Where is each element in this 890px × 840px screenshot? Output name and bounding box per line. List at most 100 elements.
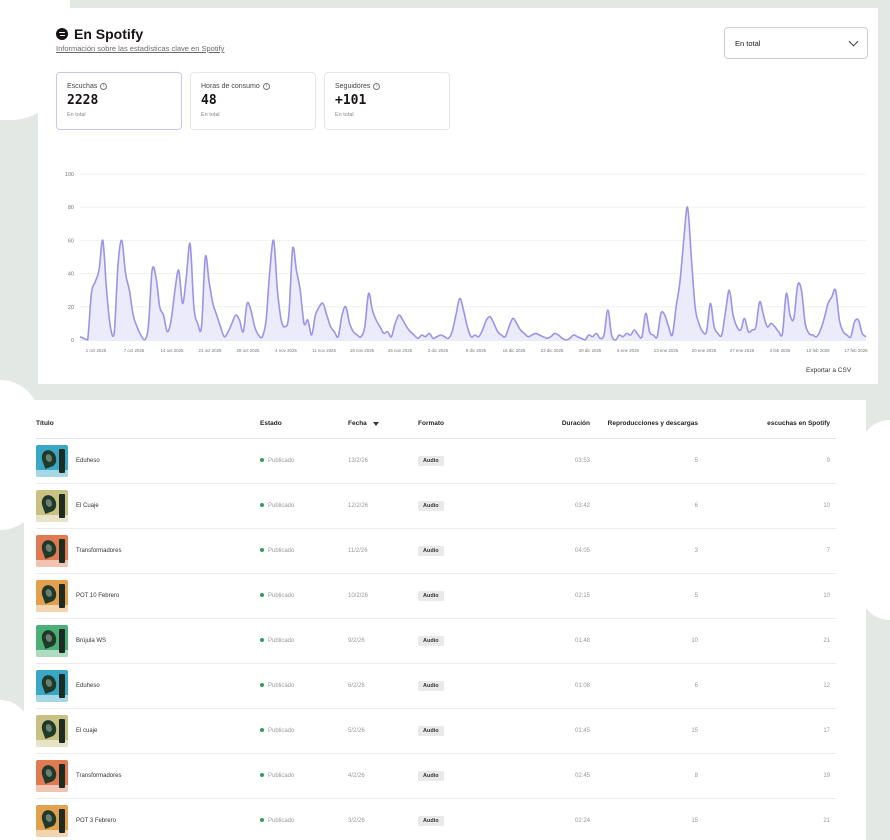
column-header-spotify-listens[interactable]: escuchas en Spotify bbox=[718, 410, 836, 439]
episode-thumbnail[interactable] bbox=[36, 759, 68, 792]
stat-card-seguidores[interactable]: Seguidores i +101 En total bbox=[324, 72, 450, 130]
status-dot-icon bbox=[260, 772, 264, 777]
episode-thumbnail[interactable] bbox=[36, 714, 68, 747]
table-row[interactable]: El Cuaje Publicado 12/2/26 Audio 03:42 6 10 bbox=[36, 483, 836, 529]
export-csv-link[interactable]: Exportar a CSV bbox=[806, 367, 851, 374]
episode-thumbnail-cell bbox=[36, 573, 76, 619]
episode-plays: 8 bbox=[594, 753, 718, 799]
x-tick-label: 27 ene 2026 bbox=[730, 348, 755, 353]
stat-card-value: 2228 bbox=[67, 93, 99, 108]
episode-thumbnail[interactable] bbox=[36, 579, 68, 612]
table-row[interactable]: POT 3 Febrero Publicado 3/2/26 Audio 02:24 15… bbox=[36, 798, 836, 840]
info-icon[interactable]: i bbox=[373, 83, 381, 90]
episode-thumbnail[interactable] bbox=[36, 669, 68, 702]
episode-thumbnail-cell bbox=[36, 438, 76, 484]
episode-title[interactable]: Brújula WS bbox=[76, 618, 260, 664]
stat-card-label-row: Seguidores i bbox=[335, 83, 439, 90]
episode-title[interactable]: POT 3 Febrero bbox=[76, 798, 260, 840]
stat-card-value: 48 bbox=[201, 93, 217, 108]
episode-thumbnail[interactable] bbox=[36, 624, 68, 657]
episode-spotify-listens: 10 bbox=[718, 573, 836, 619]
period-select[interactable]: En total bbox=[724, 27, 868, 59]
spotify-stats-panel: En Spotify Información sobre las estadís… bbox=[38, 8, 878, 384]
episode-duration: 02:15 bbox=[536, 573, 594, 619]
episode-thumbnail[interactable] bbox=[36, 534, 68, 567]
episode-title[interactable]: El Cuaje bbox=[76, 483, 260, 529]
x-tick-label: 23 dic 2025 bbox=[541, 348, 564, 353]
episode-thumbnail-cell bbox=[36, 663, 76, 709]
episode-format: Audio bbox=[418, 618, 536, 664]
stat-card-note: En total bbox=[201, 112, 220, 118]
y-tick-label: 80 bbox=[68, 205, 74, 211]
episode-format: Audio bbox=[418, 663, 536, 709]
table-row[interactable]: Transformadores Publicado 11/2/26 Audio 04:0… bbox=[36, 528, 836, 574]
episodes-table: Título Estado Fecha Formato Duración Rep… bbox=[36, 410, 836, 840]
leaf-icon bbox=[39, 762, 59, 784]
format-badge: Audio bbox=[418, 725, 444, 736]
status-dot-icon bbox=[260, 682, 264, 687]
x-tick-label: 6 ene 2026 bbox=[617, 348, 640, 353]
table-row[interactable]: El cuaje Publicado 5/2/26 Audio 01:45 15 17 bbox=[36, 708, 836, 754]
section-subtitle-link[interactable]: Información sobre las estadísticas clave… bbox=[56, 44, 224, 53]
episode-status: Publicado bbox=[260, 753, 348, 799]
episode-spotify-listens: 10 bbox=[718, 483, 836, 529]
episode-duration: 04:05 bbox=[536, 528, 594, 574]
table-row[interactable]: Eduheso Publicado 13/2/26 Audio 03:53 5 9 bbox=[36, 438, 836, 484]
format-badge: Audio bbox=[418, 590, 444, 601]
x-tick-label: 3 feb 2026 bbox=[770, 348, 791, 353]
chevron-down-icon bbox=[848, 36, 859, 46]
episode-plays: 15 bbox=[594, 708, 718, 754]
column-header-duration[interactable]: Duración bbox=[536, 410, 594, 439]
x-tick-label: 25 nov 2025 bbox=[388, 348, 413, 353]
episode-title[interactable]: POT 10 Febrero bbox=[76, 573, 260, 619]
table-row[interactable]: Transformadores Publicado 4/2/26 Audio 02:45… bbox=[36, 753, 836, 799]
episode-thumbnail[interactable] bbox=[36, 804, 68, 837]
table-row[interactable]: POT 10 Febrero Publicado 10/2/26 Audio 02:15… bbox=[36, 573, 836, 619]
episode-date: 10/2/26 bbox=[348, 573, 418, 619]
x-tick-label: 30 dic 2025 bbox=[579, 348, 602, 353]
episode-duration: 01:45 bbox=[536, 708, 594, 754]
column-header-plays[interactable]: Reproducciones y descargas bbox=[594, 410, 718, 439]
episode-title[interactable]: Transformadores bbox=[76, 528, 260, 574]
stat-card-escuchas[interactable]: Escuchas i 2228 En total bbox=[56, 72, 182, 130]
table-row[interactable]: Brújula WS Publicado 9/2/26 Audio 01:48 10 21 bbox=[36, 618, 836, 664]
status-dot-icon bbox=[260, 637, 264, 642]
format-badge: Audio bbox=[418, 500, 444, 511]
bottle-icon bbox=[59, 583, 65, 608]
episode-status-text: Publicado bbox=[268, 457, 295, 464]
format-badge: Audio bbox=[418, 680, 444, 691]
episode-title[interactable]: Eduheso bbox=[76, 663, 260, 709]
episode-plays: 6 bbox=[594, 663, 718, 709]
leaf-icon bbox=[39, 492, 59, 514]
table-row[interactable]: Eduheso Publicado 6/2/26 Audio 01:08 6 12 bbox=[36, 663, 836, 709]
spotify-icon bbox=[56, 28, 68, 40]
column-header-status[interactable]: Estado bbox=[260, 410, 348, 439]
stat-card-horas[interactable]: Horas de consumo i 48 En total bbox=[190, 72, 316, 130]
episode-title[interactable]: El cuaje bbox=[76, 708, 260, 754]
episode-status-text: Publicado bbox=[268, 547, 295, 554]
bottle-icon bbox=[59, 628, 65, 653]
x-tick-label: 13 ene 2026 bbox=[654, 348, 679, 353]
bottle-icon bbox=[59, 763, 65, 788]
x-tick-label: 2 dic 2025 bbox=[428, 348, 449, 353]
listens-chart-svg: 0 20 40 60 80 100 1 oct 2025 7 oct 2025 14 oct 2… bbox=[65, 172, 868, 353]
episode-thumbnail[interactable] bbox=[36, 444, 68, 477]
column-header-date[interactable]: Fecha bbox=[348, 410, 418, 439]
episode-status: Publicado bbox=[260, 708, 348, 754]
column-header-title[interactable]: Título bbox=[36, 410, 260, 439]
column-header-format[interactable]: Formato bbox=[418, 410, 536, 439]
format-badge: Audio bbox=[418, 770, 444, 781]
period-select-value: En total bbox=[735, 38, 761, 48]
episode-title[interactable]: Eduheso bbox=[76, 438, 260, 484]
episode-status: Publicado bbox=[260, 573, 348, 619]
episode-date: 9/2/26 bbox=[348, 618, 418, 664]
status-dot-icon bbox=[260, 727, 264, 732]
stat-card-label-row: Escuchas i bbox=[67, 83, 171, 90]
stat-card-label: Horas de consumo bbox=[201, 83, 260, 90]
episode-thumbnail[interactable] bbox=[36, 489, 68, 522]
info-icon[interactable]: i bbox=[100, 83, 108, 90]
episode-status-text: Publicado bbox=[268, 682, 295, 689]
x-tick-label: 4 nov 2025 bbox=[275, 348, 297, 353]
episode-title[interactable]: Transformadores bbox=[76, 753, 260, 799]
info-icon[interactable]: i bbox=[262, 83, 270, 90]
